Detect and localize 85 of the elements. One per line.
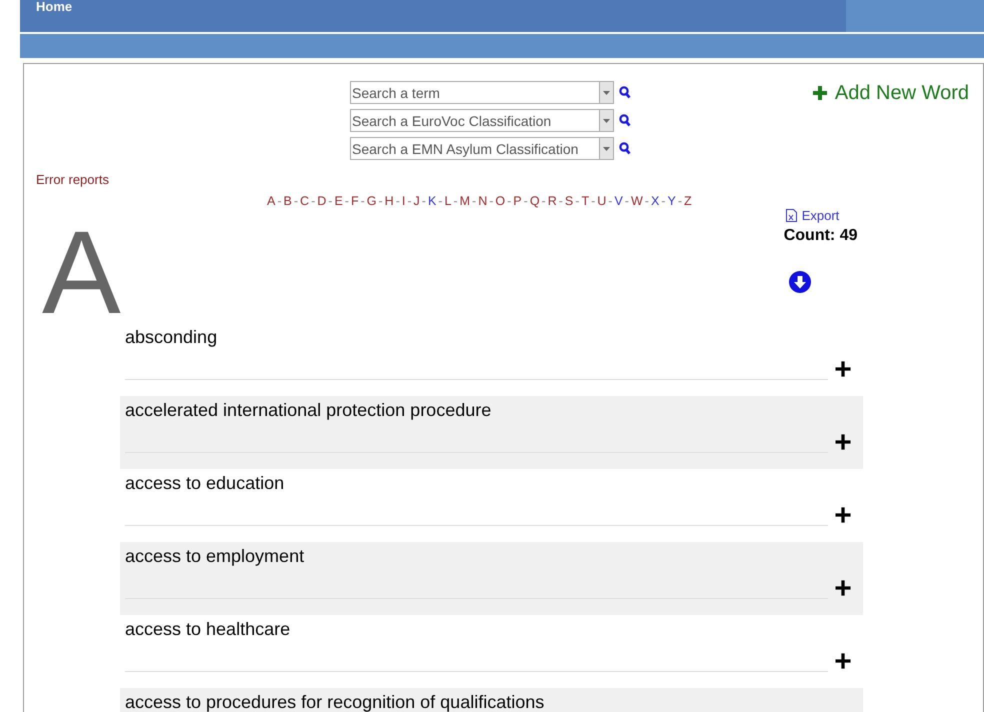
letter-link[interactable]: Z — [684, 194, 692, 208]
dropdown-caret-icon[interactable] — [599, 109, 614, 132]
term-text: accelerated international protection procedure — [125, 399, 492, 421]
search-icon[interactable] — [619, 114, 631, 127]
term-text: access to education — [125, 472, 286, 494]
term-text: absconding — [125, 326, 218, 348]
separator: - — [507, 194, 512, 208]
dropdown-caret-icon[interactable] — [599, 81, 614, 104]
letter-link[interactable]: E — [334, 194, 343, 208]
letter-link[interactable]: D — [317, 194, 326, 208]
expand-button[interactable]: + — [828, 358, 858, 382]
separator: - — [489, 194, 494, 208]
letter-link[interactable]: N — [478, 194, 488, 208]
letter-link[interactable]: X — [650, 194, 660, 208]
search-field[interactable]: Search a EuroVoc Classification — [350, 109, 599, 132]
search-field[interactable]: Search a EMN Asylum Classification — [350, 137, 599, 160]
separator: - — [396, 194, 400, 208]
letter-link[interactable]: I — [402, 194, 406, 208]
expand-button[interactable]: + — [828, 504, 858, 528]
separator: - — [575, 194, 580, 208]
separator: - — [608, 194, 612, 208]
letter-link[interactable]: T — [581, 194, 590, 208]
separator: - — [524, 194, 528, 208]
expand-button[interactable]: + — [828, 577, 858, 601]
term-row[interactable]: access to education + — [120, 469, 863, 542]
search-field[interactable]: Search a term — [350, 81, 599, 104]
current-letter-heading: A — [42, 216, 121, 323]
spreadsheet-file-icon — [786, 209, 797, 222]
separator: - — [277, 194, 282, 208]
letter-link[interactable]: U — [597, 194, 606, 208]
term-row[interactable]: access to procedures for recognition of qualifications — [120, 688, 863, 712]
letter-link[interactable]: O — [495, 194, 506, 208]
letter-link[interactable]: V — [614, 194, 623, 208]
letter-link[interactable]: C — [300, 194, 310, 208]
letter-link[interactable]: M — [460, 194, 470, 208]
separator: - — [661, 194, 666, 208]
letter-link[interactable]: P — [513, 194, 522, 208]
letter-link[interactable]: B — [284, 194, 292, 208]
separator: - — [378, 194, 383, 208]
search-icon[interactable] — [619, 86, 631, 99]
term-text: access to healthcare — [125, 618, 292, 640]
term-row[interactable]: absconding + — [120, 323, 863, 396]
expand-button[interactable]: + — [828, 431, 858, 455]
add-new-word-link[interactable]: Add New Word — [812, 79, 969, 107]
term-text: access to procedures for recognition of qualifications — [125, 691, 546, 712]
letter-link[interactable]: L — [444, 194, 452, 208]
letter-link[interactable]: Y — [667, 194, 676, 208]
term-row[interactable]: access to employment + — [120, 542, 863, 615]
letter-link[interactable]: S — [564, 194, 574, 208]
separator: - — [542, 194, 546, 208]
letter-link[interactable]: K — [428, 194, 436, 208]
separator: - — [644, 194, 649, 208]
separator: - — [360, 194, 365, 208]
letter-link[interactable]: J — [414, 194, 420, 208]
separator: - — [558, 194, 563, 208]
term-row[interactable]: accelerated international protection procedure + — [120, 396, 863, 469]
term-row[interactable]: access to healthcare + — [120, 615, 863, 688]
separator: - — [407, 194, 412, 208]
home-link[interactable]: Home — [36, 0, 72, 13]
expand-button[interactable]: + — [828, 650, 858, 674]
search-icon[interactable] — [619, 142, 631, 155]
letter-link[interactable]: Q — [530, 194, 540, 208]
letter-link[interactable]: F — [350, 194, 359, 208]
separator: - — [678, 194, 682, 208]
separator: - — [591, 194, 596, 208]
letter-link[interactable]: A — [267, 194, 276, 208]
separator: - — [311, 194, 316, 208]
separator: - — [472, 194, 476, 208]
separator: - — [438, 194, 442, 208]
letter-link[interactable]: R — [548, 194, 557, 208]
export-link[interactable]: Export — [786, 208, 840, 223]
separator: - — [624, 194, 629, 208]
separator: - — [344, 194, 349, 208]
term-text: access to employment — [125, 545, 306, 567]
separator: - — [328, 194, 332, 208]
letter-link[interactable]: G — [366, 194, 376, 208]
dropdown-caret-icon[interactable] — [599, 137, 614, 160]
error-reports-link[interactable]: Error reports — [36, 172, 109, 187]
separator: - — [294, 194, 298, 208]
plus-icon — [812, 86, 827, 100]
letter-link[interactable]: W — [630, 194, 643, 208]
count-label: Count: 49 — [784, 227, 858, 245]
letter-link[interactable]: H — [384, 194, 394, 208]
separator: - — [453, 194, 458, 208]
separator: - — [422, 194, 426, 208]
